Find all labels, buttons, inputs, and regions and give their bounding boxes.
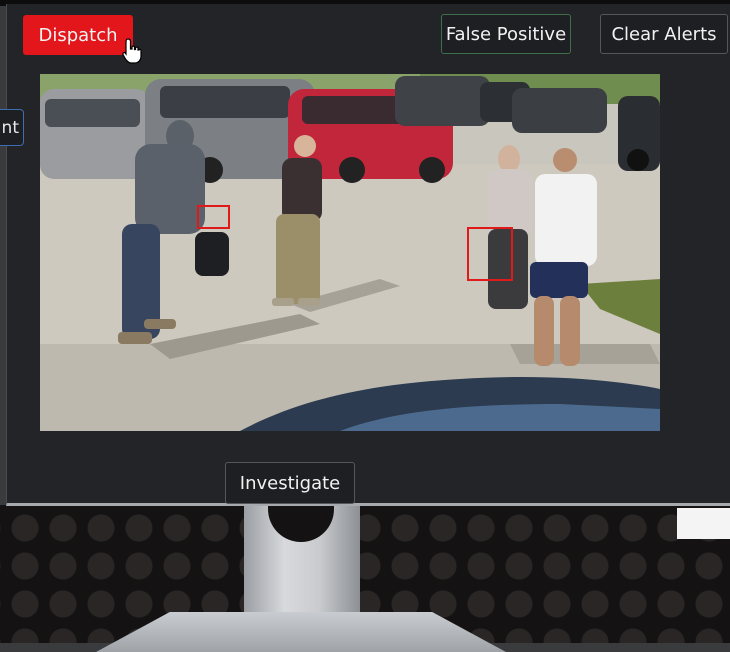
pointer-hand-cursor-icon: [122, 38, 142, 64]
clear-alerts-button[interactable]: Clear Alerts: [600, 14, 728, 54]
investigate-button[interactable]: Investigate: [225, 462, 355, 504]
side-panel-tab-label: nt: [1, 117, 19, 138]
detection-box-2: [467, 227, 513, 281]
camera-feed-image: [40, 74, 660, 431]
dispatch-button[interactable]: Dispatch: [23, 15, 133, 55]
detection-box-1: [197, 205, 230, 229]
false-positive-button[interactable]: False Positive: [441, 14, 571, 54]
side-panel-tab[interactable]: nt: [0, 109, 24, 146]
background-patch: [677, 508, 730, 539]
